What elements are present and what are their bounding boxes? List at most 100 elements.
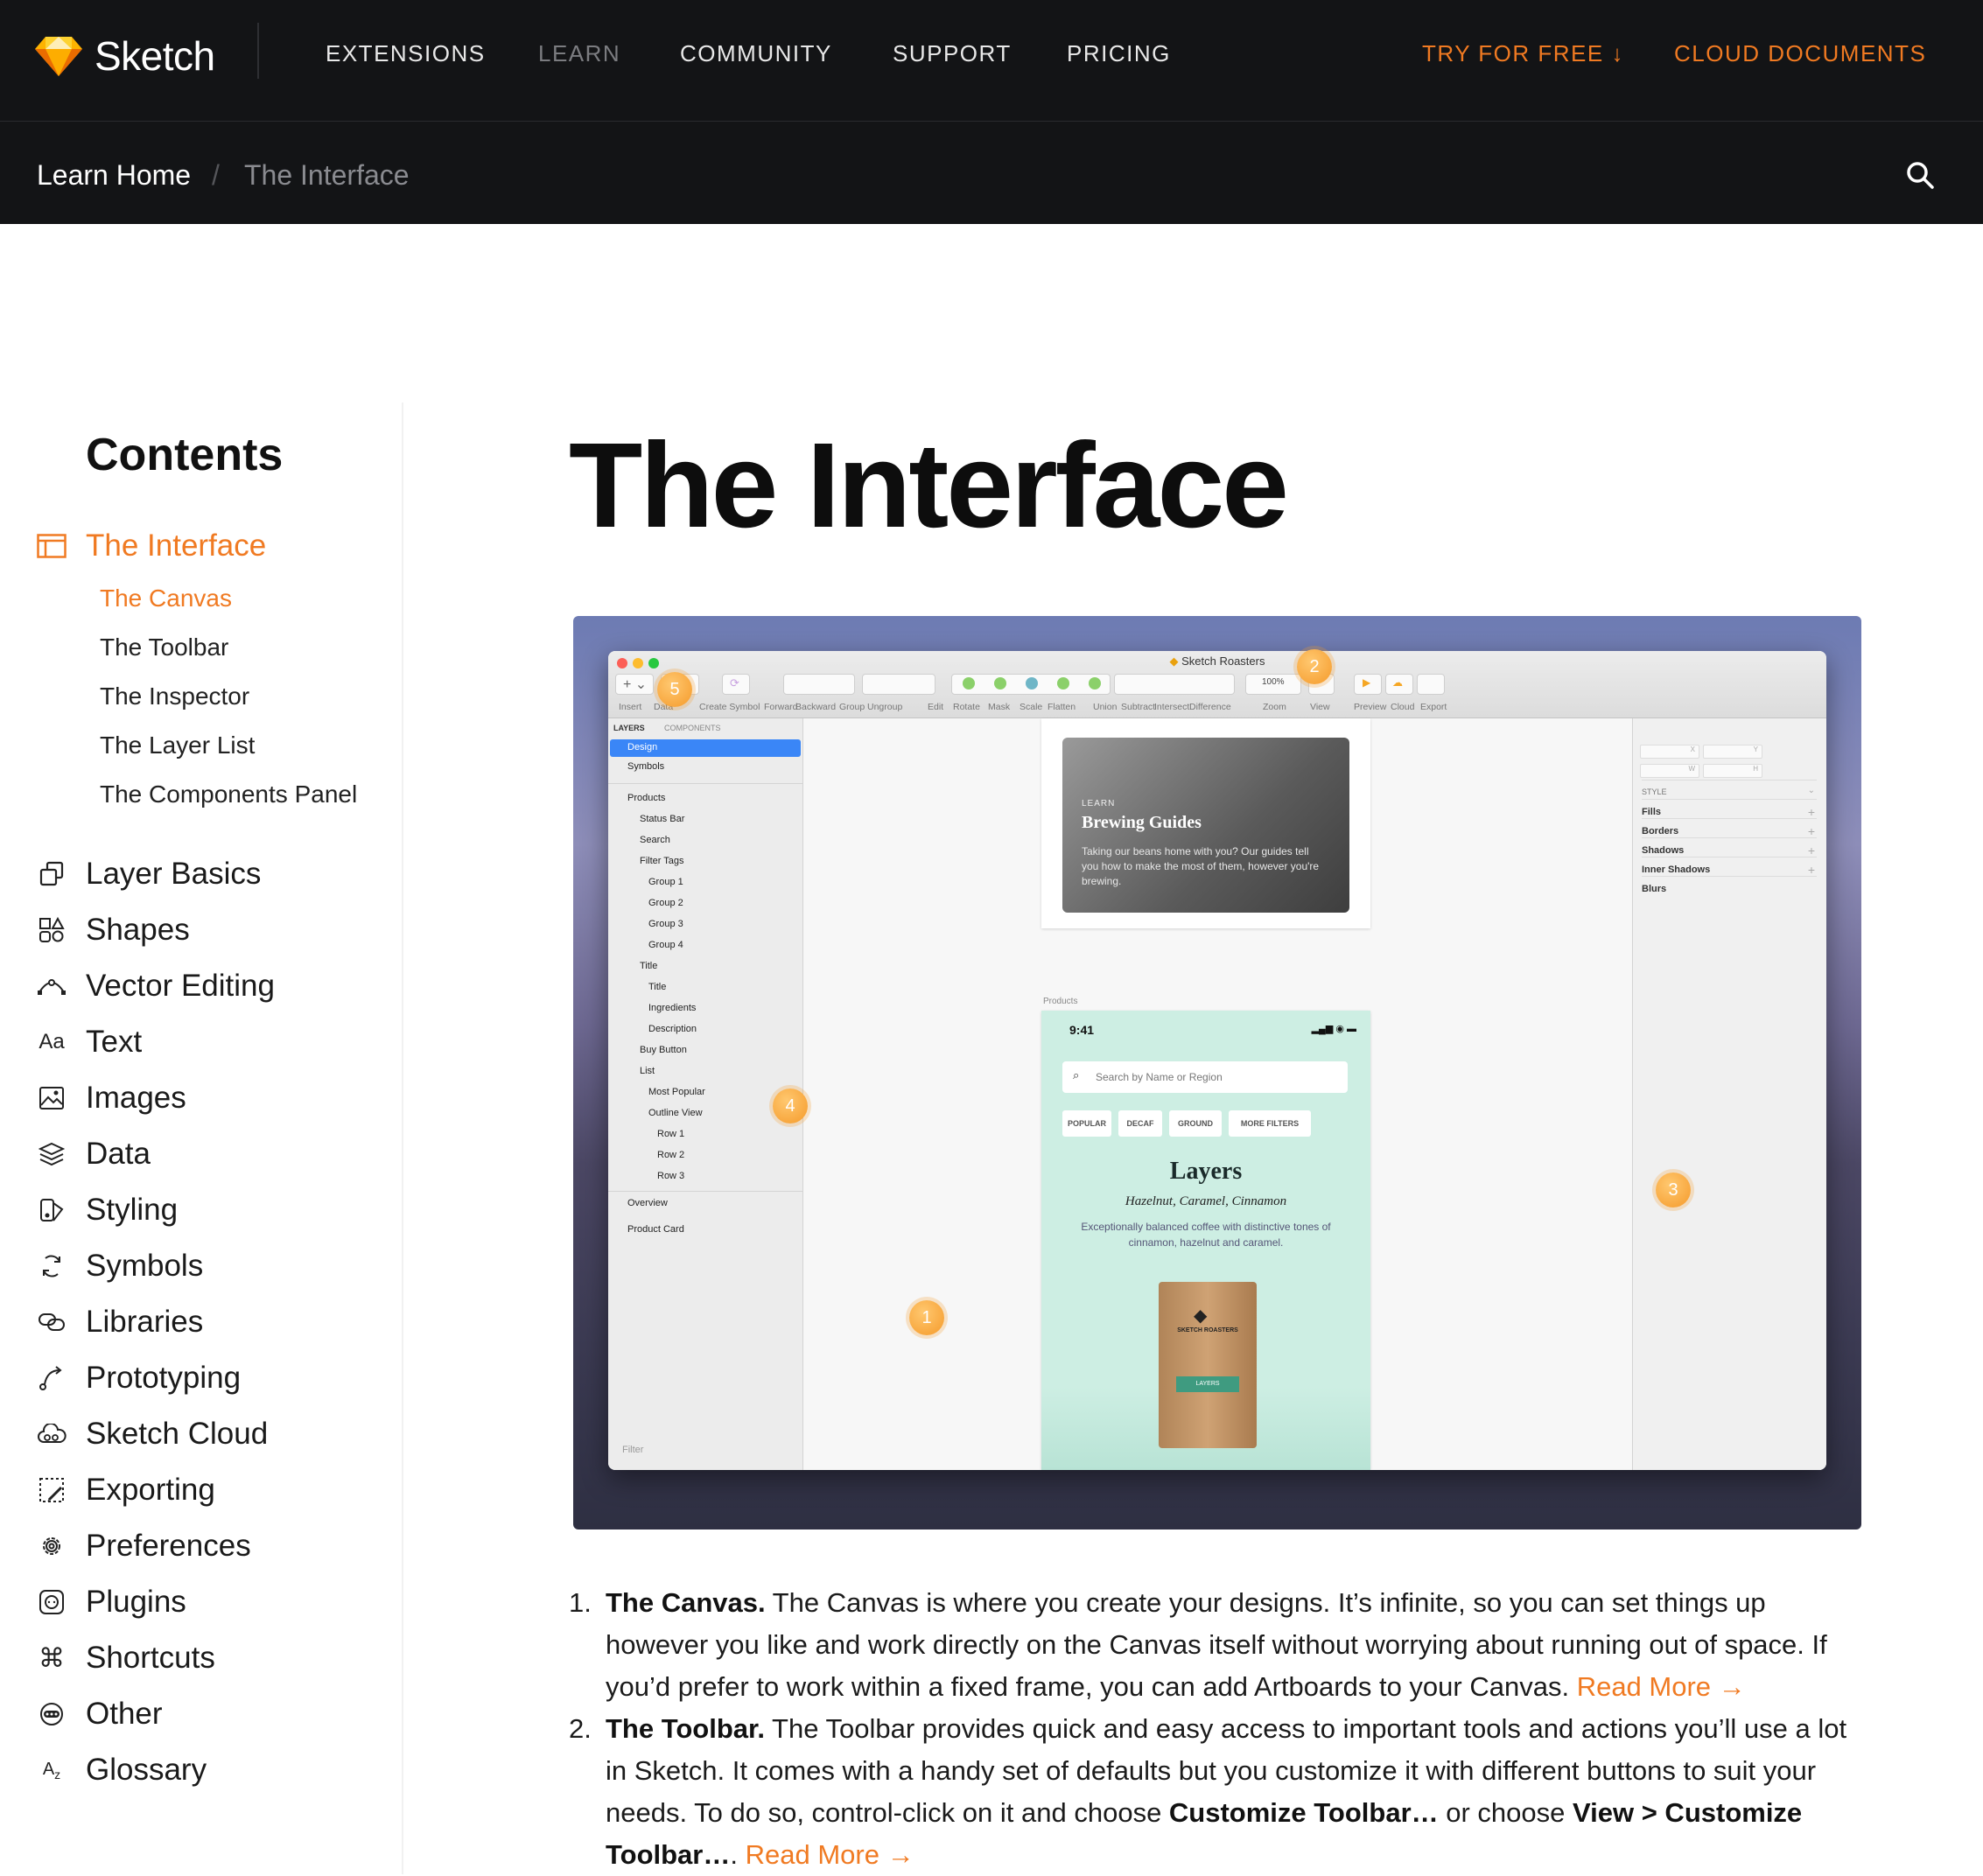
style-section: STYLE ⌄ [1642,780,1817,796]
arrange-buttons [783,674,855,695]
nav-extensions[interactable]: EXTENSIONS [326,40,486,67]
nav-divider [257,23,259,79]
tb-label-mask: Mask [988,702,1011,712]
toc-sub-the-inspector[interactable]: The Inspector [100,682,249,710]
libraries-icon [35,1306,68,1339]
toc-item-exporting[interactable]: Exporting [35,1469,215,1511]
toc-item-shortcuts[interactable]: ⌘ Shortcuts [35,1637,215,1679]
layer-row: Group 4 [648,940,683,950]
layer-row: Group 3 [648,919,683,929]
layer-row: Title [648,982,667,992]
prototyping-icon [35,1362,68,1395]
page-design: Design [627,742,658,752]
status-time: 9:41 [1069,1023,1095,1037]
layer-row: Product Card [627,1224,684,1235]
sketch-logo[interactable]: Sketch [35,32,215,80]
toc-sub-the-toolbar[interactable]: The Toolbar [100,634,228,662]
tb-label-preview: Preview [1354,702,1387,712]
layer-row: Products [627,793,666,803]
nav-learn[interactable]: LEARN [538,40,620,67]
field-x-label: X [1690,746,1695,753]
list-term: The Toolbar. [606,1713,765,1744]
search-button[interactable] [1904,159,1936,191]
field-w-label: W [1688,765,1695,773]
sidebar-divider [402,402,403,1874]
layer-list-panel: LAYERS COMPONENTS Design Symbols Product… [608,718,803,1470]
window-title: ◆ Sketch Roasters [1169,654,1265,668]
gear-icon [35,1530,68,1563]
tb-label-difference: Difference [1189,702,1231,712]
tb-label-insert: Insert [619,702,642,712]
layer-row: Description [648,1024,697,1034]
phone-search-bar: ⌕ Search by Name or Region [1062,1061,1348,1093]
inner-shadows-row: Inner Shadows + [1642,857,1817,877]
plugin-icon [35,1586,68,1619]
layers-copy-icon [35,858,68,891]
toc-item-plugins[interactable]: Plugins [35,1581,186,1623]
list-text: . [730,1839,746,1870]
toc-item-glossary[interactable]: Az Glossary [35,1749,207,1791]
canvas-area: LEARN Brewing Guides Taking our beans ho… [803,718,1631,1470]
marker-3: 3 [1656,1172,1691,1208]
tb-label-subtract: Subtract [1121,702,1156,712]
toc-item-sketch-cloud[interactable]: Sketch Cloud [35,1413,268,1455]
toc-item-other[interactable]: Other [35,1693,163,1735]
search-icon [1907,162,1934,189]
image-icon [35,1082,68,1115]
chip-decaf: DECAF [1118,1110,1162,1137]
layer-row: List [640,1066,655,1076]
toc-item-images[interactable]: Images [35,1077,186,1119]
toc-label: Shortcuts [86,1641,215,1675]
toc-item-preferences[interactable]: Preferences [35,1525,251,1567]
phone-artboard: 9:41 ▂▄▆ ◉ ▬ ⌕ Search by Name or Region … [1041,1011,1370,1470]
chip-ground: GROUND [1169,1110,1222,1137]
toc-label: Exporting [86,1473,215,1507]
try-for-free-link[interactable]: TRY FOR FREE ↓ [1422,40,1624,67]
toc-item-data[interactable]: Data [35,1133,151,1175]
tb-label-view: View [1310,702,1330,712]
toc-item-symbols[interactable]: Symbols [35,1245,203,1287]
tb-label-export: Export [1420,702,1447,712]
create-symbol-button: ⟳ [722,674,750,695]
layer-row: Status Bar [640,814,685,824]
read-more-link[interactable]: Read More → [746,1839,914,1870]
toc-sub-the-components-panel[interactable]: The Components Panel [100,780,357,808]
tb-label-union: Union [1093,702,1118,712]
breadcrumb-home[interactable]: Learn Home [37,159,191,192]
export-button [1417,674,1445,695]
toc-item-styling[interactable]: Styling [35,1189,178,1231]
nav-pricing[interactable]: PRICING [1067,40,1171,67]
toc-item-layer-basics[interactable]: Layer Basics [35,853,261,895]
tb-label-zoom: Zoom [1263,702,1286,712]
nav-support[interactable]: SUPPORT [893,40,1012,67]
toc-label: Plugins [86,1585,186,1619]
page-symbols: Symbols [627,761,665,772]
phone-heading: Layers [1169,1158,1243,1185]
edit-buttons [951,674,1111,695]
layers-tab: LAYERS [613,724,645,732]
toc-sub-the-layer-list[interactable]: The Layer List [100,732,255,760]
layer-row: Buy Button [640,1045,687,1055]
interface-parts-list: 1. The Canvas. The Canvas is where you c… [569,1582,1864,1876]
bag-brand-text: SKETCH ROASTERS [1177,1327,1238,1334]
cloud-documents-link[interactable]: CLOUD DOCUMENTS [1674,40,1926,67]
toc-sub-the-canvas[interactable]: The Canvas [100,584,232,612]
nav-community[interactable]: COMMUNITY [680,40,832,67]
list-text: or choose [1438,1797,1573,1828]
toc-item-text[interactable]: Aa Text [35,1021,142,1063]
read-more-link[interactable]: Read More → [1577,1671,1746,1702]
toc-item-prototyping[interactable]: Prototyping [35,1357,241,1399]
text-icon: Aa [39,1030,65,1054]
toc-item-vector-editing[interactable]: Vector Editing [35,965,275,1007]
field-y-label: Y [1753,746,1758,753]
toc-item-the-interface[interactable]: The Interface [35,525,266,567]
borders-row: Borders + [1642,818,1817,838]
toc-label: Glossary [86,1753,207,1787]
cloud-icon [35,1418,68,1451]
toc-item-libraries[interactable]: Libraries [35,1301,203,1343]
tb-label-forward: Forward [764,702,798,712]
glossary-icon: Az [42,1759,61,1782]
toc-item-shapes[interactable]: Shapes [35,909,190,951]
layer-row: Row 3 [657,1171,685,1181]
toc-label: Shapes [86,913,190,947]
